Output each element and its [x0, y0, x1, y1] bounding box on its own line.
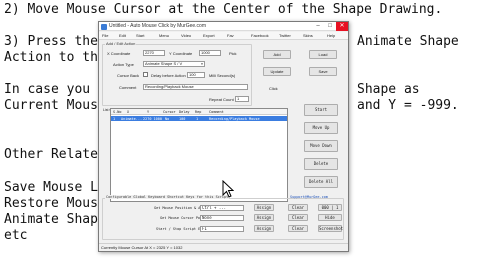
delay-unit-label: Milli Second(s) — [209, 73, 236, 78]
assign-button[interactable]: Assign — [254, 214, 274, 221]
column-header[interactable]: S.No — [113, 110, 121, 114]
move-up-button[interactable]: Move Up — [304, 122, 338, 134]
table-cell: No — [165, 116, 170, 121]
table-cell: 1 — [196, 116, 199, 121]
menu-video[interactable]: Video — [181, 33, 191, 38]
screenshot-button[interactable]: Screenshot — [318, 225, 343, 232]
repeat-count-field[interactable]: 1 — [235, 96, 249, 102]
save-button[interactable]: Save — [309, 67, 337, 76]
clear-button[interactable]: Clear — [288, 204, 308, 211]
doc-line-4: In case you — [4, 82, 91, 97]
shortcuts-group-title: Configurable Global Keyboard Shortcut Ke… — [105, 195, 230, 199]
comment-field[interactable]: Recording/Playback Mouse — [143, 84, 248, 90]
title-bar[interactable]: Untitled - Auto Mouse Click by MurGee.co… — [99, 22, 348, 31]
mouse-pointer-icon — [222, 180, 234, 198]
menu-help[interactable]: Help — [327, 33, 335, 38]
column-header[interactable]: Rep — [195, 110, 201, 114]
close-button[interactable]: ✕ — [336, 22, 348, 31]
table-row[interactable]: 1 Animate... 2270 1000 No 100 1 Recordin… — [111, 116, 287, 121]
menu-skins[interactable]: Skins — [303, 33, 313, 38]
load-button[interactable]: Load — [309, 50, 337, 59]
doc-line-8: Restore Mous — [4, 196, 98, 211]
table-cell: 1 — [113, 116, 116, 121]
menu-edit[interactable]: Edit — [119, 33, 126, 38]
chevron-down-icon: ▼ — [200, 62, 204, 66]
menu-export[interactable]: Export — [203, 33, 215, 38]
hide-button[interactable]: Hide — [318, 214, 342, 221]
app-icon — [101, 23, 107, 30]
menu-facebook[interactable]: Facebook — [251, 33, 269, 38]
support-link[interactable]: Support@MurGee.com — [290, 195, 328, 199]
status-bar: Currently Mouse Cursor At X = 2325 Y = 1… — [99, 243, 348, 251]
doc-line-1: 2) Move Mouse Cursor at the Center of th… — [4, 2, 443, 17]
doc-line-2: 3) Press the — [4, 34, 98, 49]
menu-twitter[interactable]: Twitter — [279, 33, 291, 38]
doc-line-6: Other Relate — [4, 147, 98, 162]
column-header[interactable]: Comment — [209, 110, 224, 114]
menu-fav[interactable]: Fav — [227, 33, 234, 38]
column-header[interactable]: Y — [147, 110, 149, 114]
delay-field[interactable]: 100 — [187, 72, 205, 78]
delete-button[interactable]: Delete — [304, 158, 338, 170]
clear-button[interactable]: Clear — [288, 225, 308, 232]
update-button[interactable]: Update — [263, 67, 291, 76]
status-text: Currently Mouse Cursor At X = 2325 Y = 1… — [101, 245, 183, 250]
action-type-value: Animate Shape S / V — [145, 61, 183, 66]
click-label: Click — [269, 86, 278, 91]
table-header: S.No X Y Cursor Delay Rep Comment — [111, 109, 287, 115]
doc-line-2b: Animate Shape — [357, 34, 459, 49]
y-coordinate-field[interactable]: 1000 — [199, 50, 221, 56]
action-type-select[interactable]: Animate Shape S / V ▼ — [143, 61, 205, 67]
column-header[interactable]: Cursor — [163, 110, 176, 114]
delete-all-button[interactable]: Delete All — [304, 176, 338, 188]
doc-line-10: etc — [4, 228, 28, 243]
move-down-button[interactable]: Move Down — [304, 140, 338, 152]
doc-line-4b: Shape as — [357, 82, 420, 97]
shortcut-field[interactable]: F1 — [200, 226, 244, 232]
shortcut-extra-button[interactable]: 000 | 1 — [318, 204, 342, 211]
add-button[interactable]: Add — [263, 50, 291, 59]
doc-line-5: Current Mous — [4, 98, 98, 113]
shortcut-field[interactable]: Ctrl + ... — [200, 205, 244, 211]
table-cell: Recording/Playback Mouse — [209, 116, 260, 121]
doc-line-7: Save Mouse L — [4, 180, 98, 195]
table-cell: Animate... — [121, 116, 143, 121]
table-cell: 2270 1000 — [143, 116, 162, 121]
shortcut-field[interactable]: None — [200, 215, 244, 221]
doc-line-3: Action to th — [4, 50, 98, 65]
assign-button[interactable]: Assign — [254, 204, 274, 211]
cursor-back-checkbox[interactable] — [143, 72, 148, 77]
column-header[interactable]: X — [127, 110, 129, 114]
repeat-count-label: Repeat Count — [209, 97, 234, 102]
minimize-button[interactable]: – — [312, 22, 324, 31]
add-edit-group-title: Add / Edit Action — [105, 41, 137, 46]
actions-table[interactable]: S.No X Y Cursor Delay Rep Comment 1 Anim… — [110, 108, 288, 202]
x-coordinate-label: X Coordinate — [107, 51, 131, 56]
assign-button[interactable]: Assign — [254, 225, 274, 232]
menu-bar: File Edit Start Menu Video Export Fav Fa… — [99, 32, 348, 40]
menu-start[interactable]: Start — [136, 33, 144, 38]
comment-label: Comment — [119, 85, 137, 90]
maximize-button[interactable]: □ — [324, 22, 336, 31]
clear-button[interactable]: Clear — [288, 214, 308, 221]
doc-line-9: Animate Shap — [4, 212, 98, 227]
action-type-label: Action Type — [113, 62, 134, 67]
menu-menu[interactable]: Menu — [159, 33, 169, 38]
table-cell: 100 — [179, 116, 186, 121]
doc-line-5b: and Y = -999. — [357, 98, 459, 113]
menu-file[interactable]: File — [102, 33, 108, 38]
cursor-back-label: Cursor Back — [117, 73, 140, 78]
start-button[interactable]: Start — [304, 104, 338, 116]
y-coordinate-label: Y Coordinate — [169, 51, 193, 56]
delay-label: Delay before Action — [151, 73, 186, 78]
x-coordinate-field[interactable]: 2270 — [143, 50, 165, 56]
column-header[interactable]: Delay — [179, 110, 190, 114]
window-title: Untitled - Auto Mouse Click by MurGee.co… — [109, 23, 206, 29]
pick-label[interactable]: Pick — [229, 51, 237, 56]
